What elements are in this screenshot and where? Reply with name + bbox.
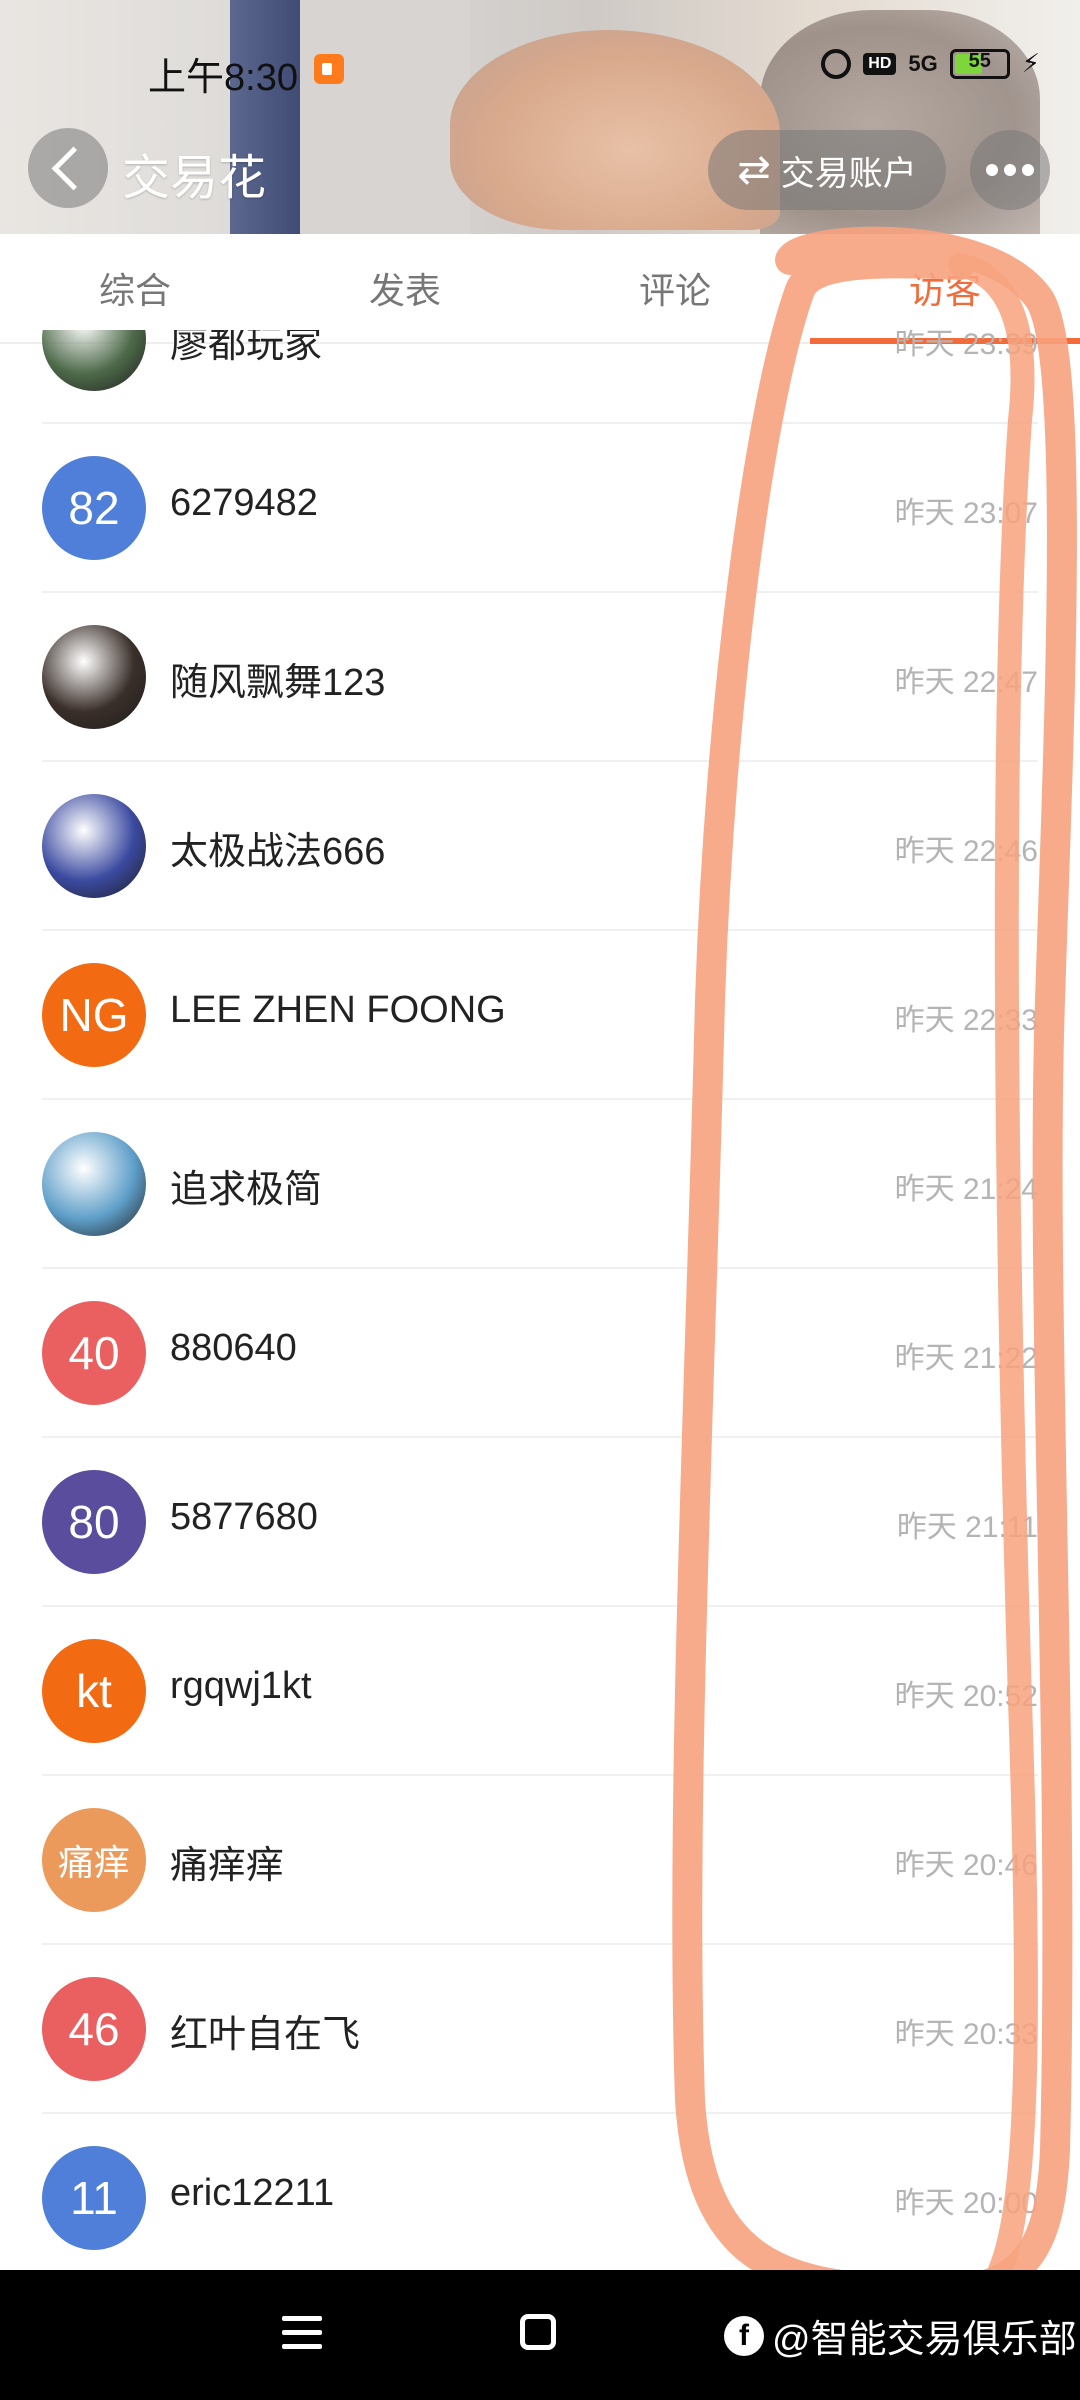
- avatar[interactable]: [42, 330, 146, 391]
- profile-tabs: 综合 发表 评论 访客: [0, 234, 1080, 344]
- tab-posts[interactable]: 发表: [270, 234, 540, 342]
- tab-comments[interactable]: 评论: [540, 234, 810, 342]
- visitor-name[interactable]: LEE ZHEN FOONG: [170, 989, 506, 1032]
- more-icon: [986, 164, 998, 176]
- visit-time: 昨天 23:39: [894, 330, 1038, 361]
- visitor-name[interactable]: eric12211: [170, 2172, 334, 2215]
- battery-level: 55: [968, 49, 991, 72]
- visitor-name[interactable]: 880640: [170, 1327, 297, 1370]
- visit-time: 昨天 20:52: [894, 1680, 1038, 1713]
- visitor-name[interactable]: 追求极简: [170, 1158, 322, 1213]
- tab-overview[interactable]: 综合: [0, 234, 270, 342]
- watermark: f @智能交易俱乐部: [724, 2308, 1077, 2363]
- menu-icon[interactable]: [282, 2316, 322, 2350]
- visitor-name[interactable]: 6279482: [170, 482, 318, 525]
- visit-time: 昨天 21:24: [894, 1173, 1038, 1206]
- avatar[interactable]: [42, 625, 146, 729]
- charging-icon: ⚡: [1021, 48, 1040, 78]
- visitor-name[interactable]: 红叶自在飞: [170, 2003, 360, 2058]
- visit-time: 昨天 22:33: [894, 1004, 1038, 1037]
- watermark-text: @智能交易俱乐部: [772, 2319, 1077, 2361]
- avatar[interactable]: kt: [42, 1639, 146, 1743]
- alarm-icon: [821, 48, 852, 79]
- visitor-row[interactable]: 40 880640 昨天 21:22: [0, 1269, 1080, 1438]
- visitor-row[interactable]: 追求极简 昨天 21:24: [0, 1100, 1080, 1269]
- visitor-name[interactable]: 随风飘舞123: [170, 651, 385, 706]
- status-icons: HD 5G 55 ⚡: [821, 48, 1040, 79]
- visitor-row[interactable]: 46 红叶自在飞 昨天 20:33: [0, 1945, 1080, 2114]
- status-time: 上午8:30: [148, 57, 298, 99]
- visit-time: 昨天 20:46: [894, 1849, 1038, 1882]
- avatar[interactable]: 11: [42, 2146, 146, 2250]
- visitor-row[interactable]: NG LEE ZHEN FOONG 昨天 22:33: [0, 931, 1080, 1100]
- visitor-row[interactable]: kt rgqwj1kt 昨天 20:52: [0, 1607, 1080, 1776]
- visitor-row[interactable]: 随风飘舞123 昨天 22:47: [0, 593, 1080, 762]
- visit-time: 昨天 22:46: [894, 835, 1038, 868]
- trading-account-button[interactable]: ⇄ 交易账户: [708, 130, 946, 210]
- avatar[interactable]: 痛痒: [42, 1808, 146, 1912]
- more-icon: [1004, 164, 1016, 176]
- visit-time: 昨天 22:47: [894, 666, 1038, 699]
- avatar[interactable]: 80: [42, 1470, 146, 1574]
- system-navigation-bar: f @智能交易俱乐部: [0, 2270, 1080, 2400]
- page-title: 交易花: [122, 152, 267, 205]
- visitor-name[interactable]: 太极战法666: [170, 820, 385, 875]
- avatar[interactable]: NG: [42, 963, 146, 1067]
- visit-time: 昨天 20:33: [894, 2018, 1038, 2051]
- visitor-name[interactable]: 廖都玩家: [170, 330, 322, 368]
- visitor-name[interactable]: rgqwj1kt: [170, 1665, 312, 1708]
- visitor-row[interactable]: 痛痒 痛痒痒 昨天 20:46: [0, 1776, 1080, 1945]
- visitor-row[interactable]: 11 eric12211 昨天 20:00: [0, 2114, 1080, 2270]
- avatar[interactable]: 82: [42, 456, 146, 560]
- avatar[interactable]: [42, 794, 146, 898]
- visitor-name[interactable]: 5877680: [170, 1496, 318, 1539]
- visitor-list: 廖都玩家 昨天 23:39 82 6279482 昨天 23:07 随风飘舞123 昨天 2…: [0, 330, 1080, 2270]
- visit-time: 昨天 21:11: [896, 1511, 1038, 1544]
- tab-visitors[interactable]: 访客: [810, 234, 1080, 344]
- facebook-logo-icon: f: [724, 2315, 764, 2356]
- hd-badge: HD: [863, 52, 897, 75]
- back-button[interactable]: [28, 128, 108, 208]
- signal-icon: 5G: [908, 50, 938, 76]
- trading-account-label: 交易账户: [780, 154, 917, 193]
- chevron-left-icon: [51, 146, 95, 190]
- profile-header: 上午8:30 HD 5G 55 ⚡ 交易花 ⇄ 交易账户: [0, 0, 1080, 234]
- swap-icon: ⇄: [737, 148, 771, 192]
- visit-time: 昨天 21:22: [894, 1342, 1038, 1375]
- visitor-row[interactable]: 太极战法666 昨天 22:46: [0, 762, 1080, 931]
- status-bar: 上午8:30 HD 5G 55 ⚡: [0, 0, 1080, 120]
- visit-time: 昨天 23:07: [894, 497, 1038, 530]
- visitor-row[interactable]: 80 5877680 昨天 21:11: [0, 1438, 1080, 1607]
- avatar[interactable]: 40: [42, 1301, 146, 1405]
- screen-record-icon: [314, 54, 344, 84]
- visitor-row[interactable]: 廖都玩家 昨天 23:39: [0, 330, 1080, 424]
- visit-time: 昨天 20:00: [894, 2187, 1038, 2220]
- visitor-name[interactable]: 痛痒痒: [170, 1834, 284, 1889]
- more-icon: [1022, 164, 1034, 176]
- more-button[interactable]: [970, 130, 1050, 210]
- avatar[interactable]: 46: [42, 1977, 146, 2081]
- battery-icon: 55: [949, 48, 1010, 79]
- home-icon[interactable]: [520, 2314, 556, 2350]
- visitor-row[interactable]: 82 6279482 昨天 23:07: [0, 424, 1080, 593]
- avatar[interactable]: [42, 1132, 146, 1236]
